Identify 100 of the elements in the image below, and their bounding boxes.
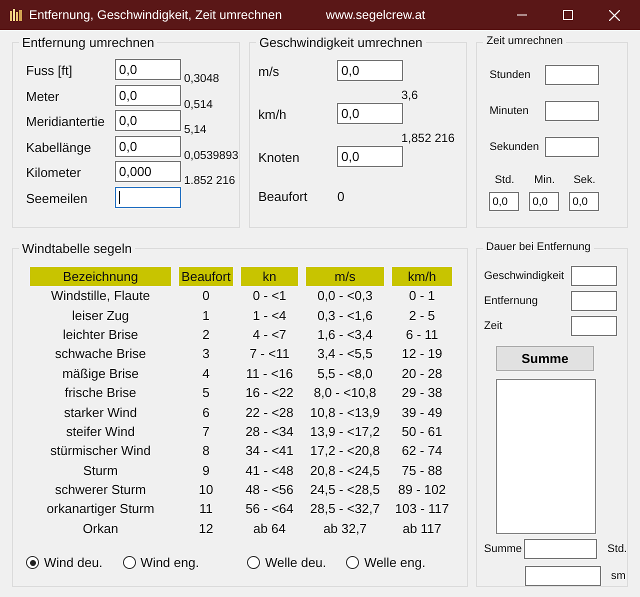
radio-option[interactable]: Wind deu. xyxy=(26,555,103,570)
input-field[interactable]: 0,0 xyxy=(115,59,181,80)
radio-button[interactable] xyxy=(346,556,360,570)
field-label: Meridiantertie xyxy=(26,113,106,130)
table-cell: 2 - 5 xyxy=(408,308,435,323)
column-header: kn xyxy=(262,269,276,284)
group-title: Entfernung umrechnen xyxy=(19,35,158,50)
close-icon[interactable] xyxy=(609,10,620,20)
table-cell: starker Wind xyxy=(64,404,137,420)
radio-button[interactable] xyxy=(26,556,39,570)
table-cell: ab 117 xyxy=(402,520,442,536)
column-header: km/h xyxy=(408,269,436,284)
radio-button[interactable] xyxy=(122,556,136,570)
table-cell: 1 - <4 xyxy=(252,308,286,323)
table-cell: 7 xyxy=(202,424,210,439)
group-title: Geschwindigkeit umrechnen xyxy=(256,35,426,50)
conversion-factor: 1,852 216 xyxy=(401,131,455,145)
field-label: Geschwindigkeit xyxy=(484,270,566,282)
conversion-factor: 0,514 xyxy=(184,98,213,111)
input-field[interactable]: 0,0 xyxy=(337,146,404,167)
radio-option[interactable]: Wind eng. xyxy=(122,555,200,570)
conversion-factor: 0,3048 xyxy=(184,73,220,85)
table-cell: 11 - <16 xyxy=(246,366,294,381)
column-header: Bezeichnung xyxy=(62,269,138,284)
result-list[interactable] xyxy=(496,379,596,534)
input-field[interactable] xyxy=(571,266,617,286)
field-label: km/h xyxy=(258,106,288,122)
input-field[interactable] xyxy=(571,290,617,310)
table-cell: Sturm xyxy=(83,462,118,478)
input-field[interactable]: 0,0 xyxy=(115,136,181,157)
table-cell: leichter Brise xyxy=(62,326,138,342)
table-cell: 4 xyxy=(202,366,210,381)
field-label: Zeit xyxy=(484,320,504,332)
total-label: Summe xyxy=(484,543,522,555)
table-cell: 12 xyxy=(198,520,214,536)
column-header: Beaufort xyxy=(181,269,231,284)
radio-button[interactable] xyxy=(247,556,260,570)
group-title: Dauer bei Entfernung xyxy=(483,241,594,253)
table-cell: 5 xyxy=(202,385,210,400)
unit-label: Min. xyxy=(534,174,555,186)
input-field[interactable] xyxy=(525,566,601,586)
table-cell: 17,2 - <20,8 xyxy=(310,443,380,458)
table-cell: 0 - <1 xyxy=(252,288,286,304)
table-cell: 2 xyxy=(202,326,210,342)
table-cell: 20 - 28 xyxy=(402,366,442,381)
input-field[interactable] xyxy=(545,137,600,157)
sum-button[interactable]: Summe xyxy=(496,346,594,371)
input-field[interactable]: 0,0 xyxy=(489,192,520,211)
field-label: Stunden xyxy=(489,69,532,81)
beaufort-label: Beaufort xyxy=(258,188,308,204)
input-field[interactable]: 0,0 xyxy=(569,192,600,211)
field-label: Fuss [ft] xyxy=(26,62,74,78)
table-cell: 10,8 - <13,9 xyxy=(310,404,380,420)
table-cell: ab 64 xyxy=(253,520,286,536)
table-cell: 50 - 61 xyxy=(402,424,442,439)
conversion-factor: 5,14 xyxy=(184,124,206,136)
input-field[interactable] xyxy=(545,65,600,85)
table-cell: Windstille, Flaute xyxy=(51,288,150,304)
group-title: Zeit umrechnen xyxy=(483,35,566,47)
field-label: Entfernung xyxy=(484,294,539,306)
table-cell: 39 - 49 xyxy=(402,404,442,420)
input-field[interactable]: 0,0 xyxy=(337,60,404,81)
table-cell: 6 - 11 xyxy=(406,326,438,342)
table-cell: 3 xyxy=(202,346,210,362)
radio-option[interactable]: Welle eng. xyxy=(346,555,426,570)
table-cell: 89 - 102 xyxy=(398,482,446,498)
table-cell: 10 xyxy=(198,482,214,498)
table-cell: 8 xyxy=(202,443,210,458)
radio-option[interactable]: Welle deu. xyxy=(247,555,326,570)
beaufort-value: 0 xyxy=(337,189,344,204)
input-field[interactable]: 0,000 xyxy=(115,161,181,182)
field-label: Seemeilen xyxy=(26,190,88,206)
app-icon xyxy=(9,8,23,22)
conversion-factor: 0,0539893 xyxy=(184,150,238,162)
table-cell: stürmischer Wind xyxy=(50,443,151,458)
input-field[interactable]: 0,0 xyxy=(529,192,560,211)
input-field[interactable] xyxy=(545,101,600,121)
column-header: m/s xyxy=(334,269,356,284)
table-cell: 12 - 19 xyxy=(402,346,442,362)
table-cell: steifer Wind xyxy=(66,424,135,439)
table-cell: 24,5 - <28,5 xyxy=(310,482,380,498)
input-field[interactable] xyxy=(524,539,598,559)
table-cell: 9 xyxy=(202,462,210,478)
table-cell: 75 - 88 xyxy=(402,462,442,478)
input-field[interactable]: 0,0 xyxy=(115,110,181,132)
field-label: Minuten xyxy=(489,105,530,117)
table-cell: 13,9 - <17,2 xyxy=(310,424,380,439)
table-cell: 56 - <64 xyxy=(245,501,294,516)
input-field[interactable] xyxy=(571,316,617,336)
table-cell: 62 - 74 xyxy=(402,443,442,458)
table-cell: 20,8 - <24,5 xyxy=(310,462,380,478)
input-field[interactable] xyxy=(115,186,181,208)
table-cell: 7 - <11 xyxy=(250,346,290,362)
field-label: Meter xyxy=(26,88,60,104)
table-cell: 28 - <34 xyxy=(245,424,294,439)
input-field[interactable]: 0,0 xyxy=(115,84,181,106)
conversion-factor: 3,6 xyxy=(401,88,418,102)
maximize-icon[interactable] xyxy=(563,10,573,20)
input-field[interactable]: 0,0 xyxy=(337,103,404,124)
table-cell: schwache Brise xyxy=(54,346,146,362)
